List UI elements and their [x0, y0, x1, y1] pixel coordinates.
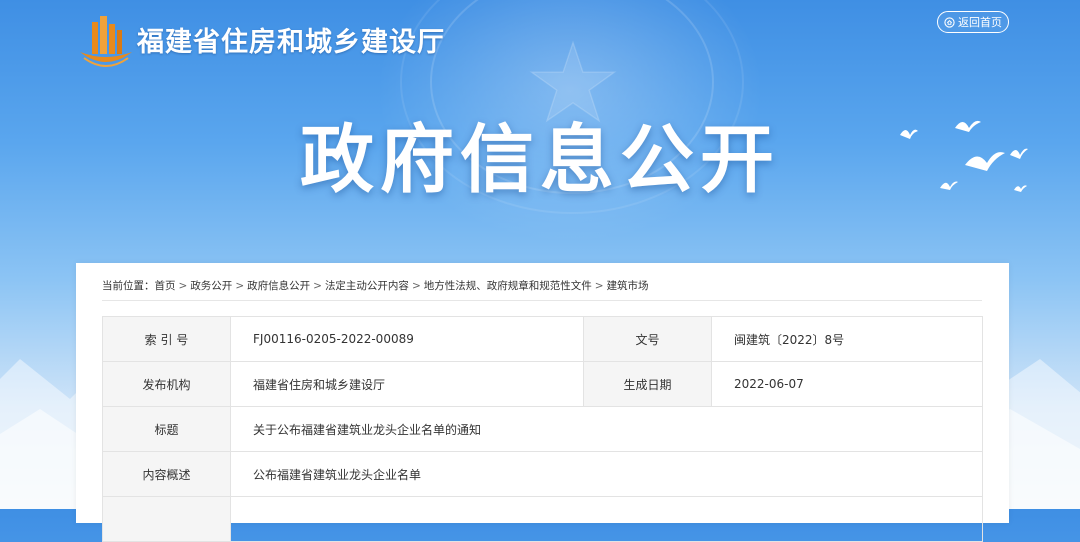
breadcrumb-item-gov-affairs[interactable]: 政务公开: [190, 280, 232, 292]
table-row: 内容概述 公布福建省建筑业龙头企业名单: [102, 451, 983, 497]
breadcrumb-separator: >: [594, 280, 604, 292]
breadcrumb-item-statutory-content[interactable]: 法定主动公开内容: [325, 280, 409, 292]
date-label: 生成日期: [583, 361, 712, 407]
table-row: 标题 关于公布福建省建筑业龙头企业名单的通知: [102, 406, 983, 452]
table-row: [102, 496, 983, 542]
doc-no-label: 文号: [583, 316, 712, 362]
dove-icon: [900, 120, 1028, 192]
publisher-label: 发布机构: [102, 361, 231, 407]
home-button-label: 返回首页: [958, 16, 1002, 29]
breadcrumb-separator: >: [235, 280, 245, 292]
index-label: 索 引 号: [102, 316, 231, 362]
home-icon: [944, 16, 955, 28]
breadcrumb-item-info-disclosure[interactable]: 政府信息公开: [247, 280, 310, 292]
document-info-table: 索 引 号 FJ00116-0205-2022-00089 文号 闽建筑〔202…: [102, 316, 983, 542]
doc-no-value: 闽建筑〔2022〕8号: [711, 316, 983, 362]
index-value: FJ00116-0205-2022-00089: [230, 316, 584, 362]
breadcrumb-item-regulations[interactable]: 地方性法规、政府规章和规范性文件: [424, 280, 592, 292]
date-value: 2022-06-07: [711, 361, 983, 407]
breadcrumb-separator: >: [411, 280, 421, 292]
publisher-value: 福建省住房和城乡建设厅: [230, 361, 584, 407]
logo-emblem[interactable]: [78, 14, 134, 72]
table-row: 索 引 号 FJ00116-0205-2022-00089 文号 闽建筑〔202…: [102, 316, 983, 362]
title-value: 关于公布福建省建筑业龙头企业名单的通知: [230, 406, 983, 452]
breadcrumb-separator: >: [313, 280, 322, 292]
summary-value: 公布福建省建筑业龙头企业名单: [230, 451, 983, 497]
breadcrumb-item-construction-market[interactable]: 建筑市场: [607, 280, 649, 292]
summary-label: 内容概述: [102, 451, 231, 497]
table-row: 发布机构 福建省住房和城乡建设厅 生成日期 2022-06-07: [102, 361, 983, 407]
empty-label: [102, 496, 231, 542]
home-button[interactable]: 返回首页: [937, 11, 1009, 33]
site-header: 福建省住房和城乡建设厅 返回首页: [0, 0, 1080, 80]
site-title[interactable]: 福建省住房和城乡建设厅: [137, 20, 445, 59]
content-panel: 当前位置：首页 > 政务公开 > 政府信息公开 > 法定主动公开内容 > 地方性法规、政府规章和…: [76, 263, 1009, 542]
breadcrumb-separator: >: [178, 280, 188, 292]
empty-value: [230, 496, 983, 542]
title-label: 标题: [102, 406, 231, 452]
breadcrumb-item-home[interactable]: 首页: [155, 280, 176, 292]
breadcrumb-prefix: 当前位置：: [102, 280, 155, 292]
breadcrumb: 当前位置：首页 > 政务公开 > 政府信息公开 > 法定主动公开内容 > 地方性法规、政府规章和…: [102, 278, 982, 301]
